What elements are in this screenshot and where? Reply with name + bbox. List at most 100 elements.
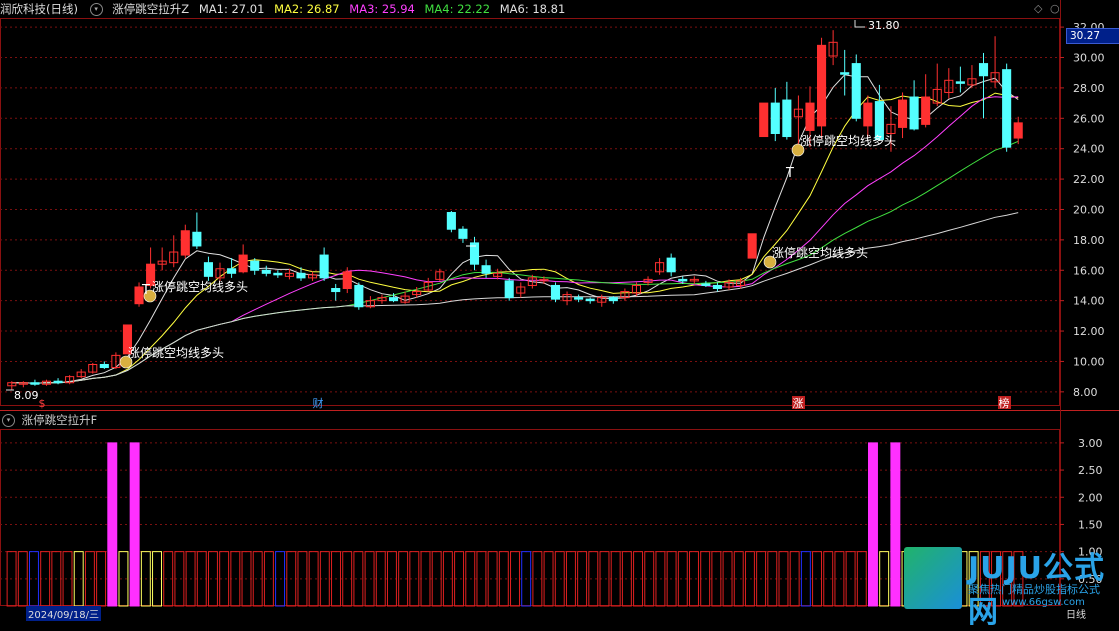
indicator-bar (129, 442, 140, 607)
logo-url: www.66gsw.com (1002, 597, 1085, 608)
candle-body-down (192, 231, 202, 247)
indicator-bar (868, 442, 878, 607)
y-tick-label: 30.00 (1073, 52, 1105, 65)
current-price-tag: 30.27 (1066, 28, 1119, 44)
y-tick-label: 10.00 (1073, 355, 1105, 368)
circle-icon[interactable]: ○ (1050, 2, 1060, 15)
ma4-label: MA4: 22.22 (424, 2, 491, 16)
date-cursor-label: 2024/09/18/三 (26, 606, 102, 621)
signal-text: 涨停跳空均线多头 (128, 345, 224, 360)
candle-body-up (238, 254, 248, 273)
candle-body-down (458, 228, 468, 239)
candle-body-up (759, 102, 769, 138)
y-tick-label: 8.00 (1073, 386, 1098, 399)
sub-indicator-header: ▾ 涨停跳空拉升F (0, 411, 97, 429)
indicator-bar (107, 442, 118, 607)
watermark-logo: JUJU公式网 聚焦热门精品炒股指标公式 www.66gsw.com (904, 543, 1118, 630)
candle-body-down (712, 284, 722, 290)
candle-body-down (666, 257, 676, 273)
candle-body-down (261, 269, 271, 274)
indicator-name: 涨停跳空拉升Z (112, 2, 190, 16)
candle-body-down (53, 380, 63, 384)
ma6-label: MA6: 18.81 (499, 2, 566, 16)
candle-body-up (817, 44, 827, 127)
candle-body-down (574, 297, 584, 300)
candle-body-down (678, 278, 688, 282)
indicator-bar (890, 442, 901, 607)
signal-text: 涨停跳空均线多头 (152, 279, 248, 294)
candle-body-down (296, 272, 306, 279)
candle-body-down (978, 63, 989, 77)
high-price-label: 31.80 (868, 19, 900, 32)
candle-body-down (770, 102, 780, 134)
ma1-label: MA1: 27.01 (198, 2, 265, 16)
sub-y-tick-label: 2.00 (1078, 491, 1103, 504)
candle-body-down (481, 265, 491, 274)
y-tick-label: 20.00 (1073, 203, 1105, 216)
signal-text: 涨停跳空均线多头 (772, 245, 868, 260)
kline-chart[interactable]: 32.0030.0028.0026.0024.0022.0020.0018.00… (0, 0, 1119, 618)
candle-body-up (897, 99, 908, 128)
candle-body-down (782, 99, 792, 138)
candle-body-down (227, 268, 237, 274)
candle-body-up (921, 96, 931, 125)
candle-body-down (446, 212, 456, 230)
y-tick-label: 24.00 (1073, 143, 1105, 156)
candle-body-down (388, 297, 399, 302)
event-label: 涨 (793, 397, 804, 410)
candle-body-down (585, 298, 595, 302)
candle-body-down (203, 262, 213, 277)
candle-body-up (342, 271, 352, 290)
candle-body-down (504, 280, 514, 299)
event-label: 财 (313, 396, 324, 410)
y-tick-label: 18.00 (1073, 234, 1105, 247)
y-tick-label: 14.00 (1073, 295, 1105, 308)
diamond-icon[interactable]: ◇ (1034, 2, 1042, 15)
signal-text: 涨停跳空均线多头 (800, 133, 896, 148)
candle-body-down (550, 284, 561, 300)
candle-body-down (955, 81, 965, 84)
stock-title: 润欣科技(日线) (0, 2, 78, 16)
chart-stage[interactable]: 32.0030.0028.0026.0024.0022.0020.0018.00… (0, 0, 1119, 618)
ma2-label: MA2: 26.87 (274, 2, 340, 16)
candle-body-down (319, 254, 329, 279)
candle-body-up (180, 230, 190, 256)
sub-y-tick-label: 1.50 (1078, 518, 1103, 531)
candle-body-down (909, 96, 919, 130)
candle-body-down (1002, 69, 1012, 148)
y-tick-label: 12.00 (1073, 325, 1105, 338)
logo-mark-icon (904, 547, 962, 609)
candle-body-down (273, 272, 283, 276)
candle-body-up (863, 102, 873, 127)
low-price-label: 8.09 (14, 389, 39, 402)
candle-body-up (805, 102, 815, 131)
y-tick-label: 28.00 (1073, 82, 1105, 95)
y-tick-label: 26.00 (1073, 112, 1105, 125)
sub-y-tick-label: 3.00 (1078, 437, 1103, 450)
high-price-pointer (854, 20, 865, 28)
candle-body-down (840, 72, 850, 75)
candle-body-down (608, 297, 618, 302)
logo-slogan: 聚焦热门精品炒股指标公式 (968, 583, 1100, 596)
settings-icon[interactable]: ▾ (89, 3, 103, 16)
candle-body-up (1013, 122, 1023, 139)
candle-body-down (331, 288, 341, 293)
event-label: $ (39, 397, 46, 410)
ma3-label: MA3: 25.94 (349, 2, 415, 16)
sub-y-tick-label: 2.50 (1078, 464, 1103, 477)
chart-header: 润欣科技(日线) ▾ 涨停跳空拉升Z MA1: 27.01 MA2: 26.87… (0, 0, 1060, 18)
y-tick-label: 16.00 (1073, 264, 1105, 277)
candle-body-up (747, 233, 757, 259)
marker-letter: T (141, 283, 150, 298)
candle-body-down (30, 382, 40, 385)
candle-body-down (250, 260, 260, 271)
candle-body-down (701, 283, 711, 286)
candle-body-down (851, 63, 861, 119)
marker-letter: T (785, 166, 794, 181)
candle-body-down (99, 363, 109, 369)
y-tick-label: 22.00 (1073, 173, 1105, 186)
event-label: 榜 (999, 396, 1010, 410)
sub-settings-icon[interactable]: ▾ (2, 414, 15, 427)
candle-body-down (354, 284, 364, 308)
sub-indicator-name: 涨停跳空拉升F (21, 413, 98, 427)
